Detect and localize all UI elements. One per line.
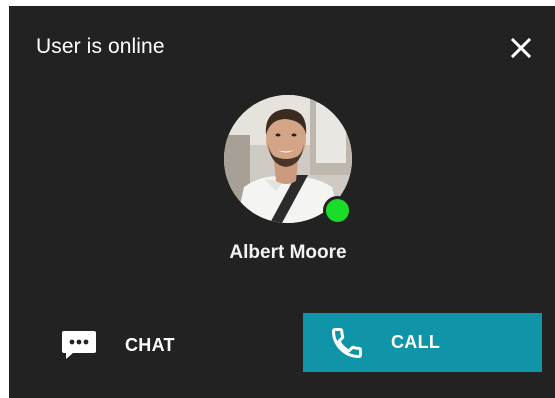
avatar-container: [224, 95, 352, 225]
user-name: Albert Moore: [229, 242, 347, 263]
dialog-title: User is online: [36, 35, 165, 58]
phone-icon: [332, 327, 362, 358]
close-icon: [510, 37, 532, 59]
chat-bubble-icon: [62, 331, 96, 359]
call-button-label: CALL: [391, 332, 441, 352]
call-button[interactable]: CALL: [303, 313, 542, 372]
online-status-indicator: [323, 196, 352, 225]
chat-button[interactable]: CHAT: [61, 322, 211, 368]
close-button[interactable]: [507, 34, 535, 62]
user-online-dialog: User is online Albert Moore CHAT CALL: [9, 6, 555, 398]
chat-button-label: CHAT: [125, 334, 175, 355]
